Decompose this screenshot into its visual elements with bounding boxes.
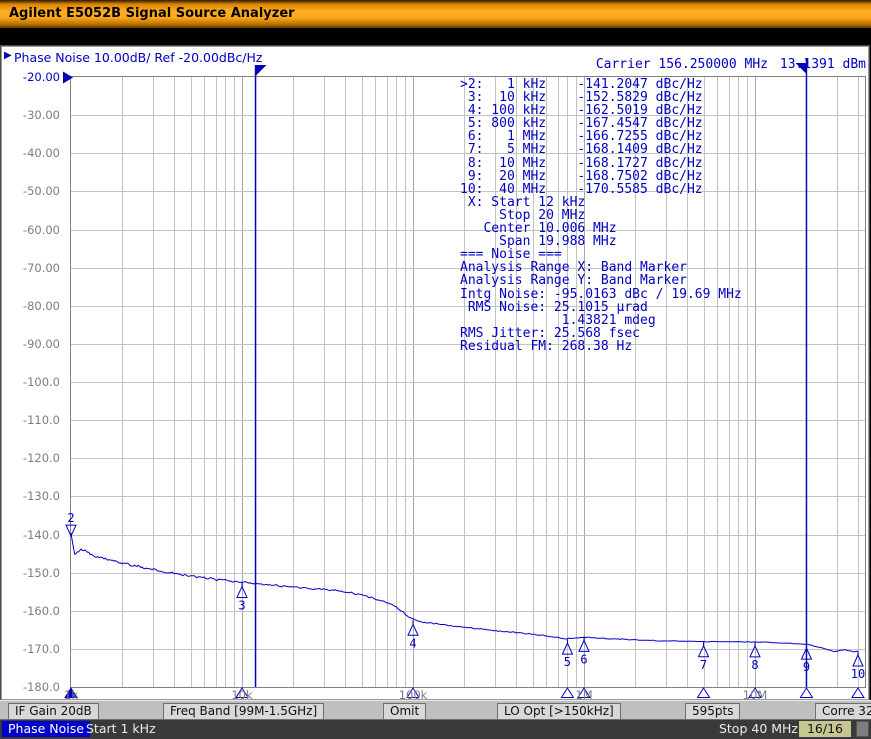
y-tick-label: -170.0 (0, 642, 60, 656)
points-button[interactable]: 595pts (685, 703, 740, 720)
y-tick-label: -120.0 (0, 451, 60, 465)
y-tick-label: -60.00 (0, 223, 60, 237)
y-tick-label: -130.0 (0, 489, 60, 503)
y-tick-label: -90.00 (0, 337, 60, 351)
mode-badge[interactable]: Phase Noise (2, 721, 90, 737)
correction-button[interactable]: Corre 32 (815, 703, 871, 720)
average-counter: 16/16 (799, 721, 851, 737)
y-tick-label: -70.00 (0, 261, 60, 275)
y-tick-label: -40.00 (0, 146, 60, 160)
readout-line-6: 8: 10 MHz -168.1727 dBc/Hz (460, 157, 742, 170)
readout-line-19: RMS Jitter: 25.568 fsec (460, 327, 742, 340)
app-title: Agilent E5052B Signal Source Analyzer (9, 6, 295, 21)
readout-line-16: Intg Noise: -95.0163 dBc / 19.69 MHz (460, 288, 742, 301)
readout-line-7: 9: 20 MHz -168.7502 dBc/Hz (460, 170, 742, 183)
y-tick-label: -30.00 (0, 108, 60, 122)
readout-line-18: 1.43821 mdeg (460, 314, 742, 327)
y-tick-label: -20.00 (0, 70, 60, 84)
trace-select-icon[interactable]: ▶ (4, 50, 12, 61)
carrier-power: 13.1391 dBm (780, 57, 866, 72)
readout-line-15: Analysis Range Y: Band Marker (460, 274, 742, 287)
readout-line-8: 10: 40 MHz -170.5585 dBc/Hz (460, 183, 742, 196)
titlebar: Agilent E5052B Signal Source Analyzer (0, 0, 871, 28)
y-tick-label: -160.0 (0, 604, 60, 618)
freq-band-button[interactable]: Freq Band [99M-1.5GHz] (163, 703, 324, 720)
instrument-screen: { "titlebar": { "title": "Agilent E5052B… (0, 0, 871, 739)
sweep-stop: Stop 40 MHz (719, 721, 798, 737)
y-tick-label: -110.0 (0, 413, 60, 427)
readout-line-17: RMS Noise: 25.1015 µrad (460, 301, 742, 314)
readout-line-20: Residual FM: 268.38 Hz (460, 340, 742, 353)
omit-button[interactable]: Omit (383, 703, 426, 720)
y-tick-label: -150.0 (0, 566, 60, 580)
trace-header: Phase Noise 10.00dB/ Ref -20.00dBc/Hz (14, 50, 262, 65)
marker-readout-table: >2: 1 kHz -141.2047 dBc/Hz 3: 10 kHz -15… (460, 78, 742, 353)
readout-line-9: X: Start 12 kHz (460, 196, 742, 209)
y-tick-label: -180.0 (0, 680, 60, 694)
carrier-frequency: Carrier 156.250000 MHz (596, 57, 768, 72)
readout-line-5: 7: 5 MHz -168.1409 dBc/Hz (460, 143, 742, 156)
if-gain-button[interactable]: IF Gain 20dB (8, 703, 99, 720)
y-tick-label: -80.00 (0, 299, 60, 313)
sweep-start: Start 1 kHz (86, 721, 156, 737)
status-grip (856, 721, 869, 737)
lo-opt-button[interactable]: LO Opt [>150kHz] (497, 703, 621, 720)
y-tick-label: -140.0 (0, 528, 60, 542)
y-tick-label: -50.00 (0, 184, 60, 198)
y-tick-label: -100.0 (0, 375, 60, 389)
status-bar: Phase Noise Start 1 kHz Stop 40 MHz 16/1… (0, 720, 871, 739)
setup-bar: IF Gain 20dB Freq Band [99M-1.5GHz] Omit… (0, 700, 871, 720)
